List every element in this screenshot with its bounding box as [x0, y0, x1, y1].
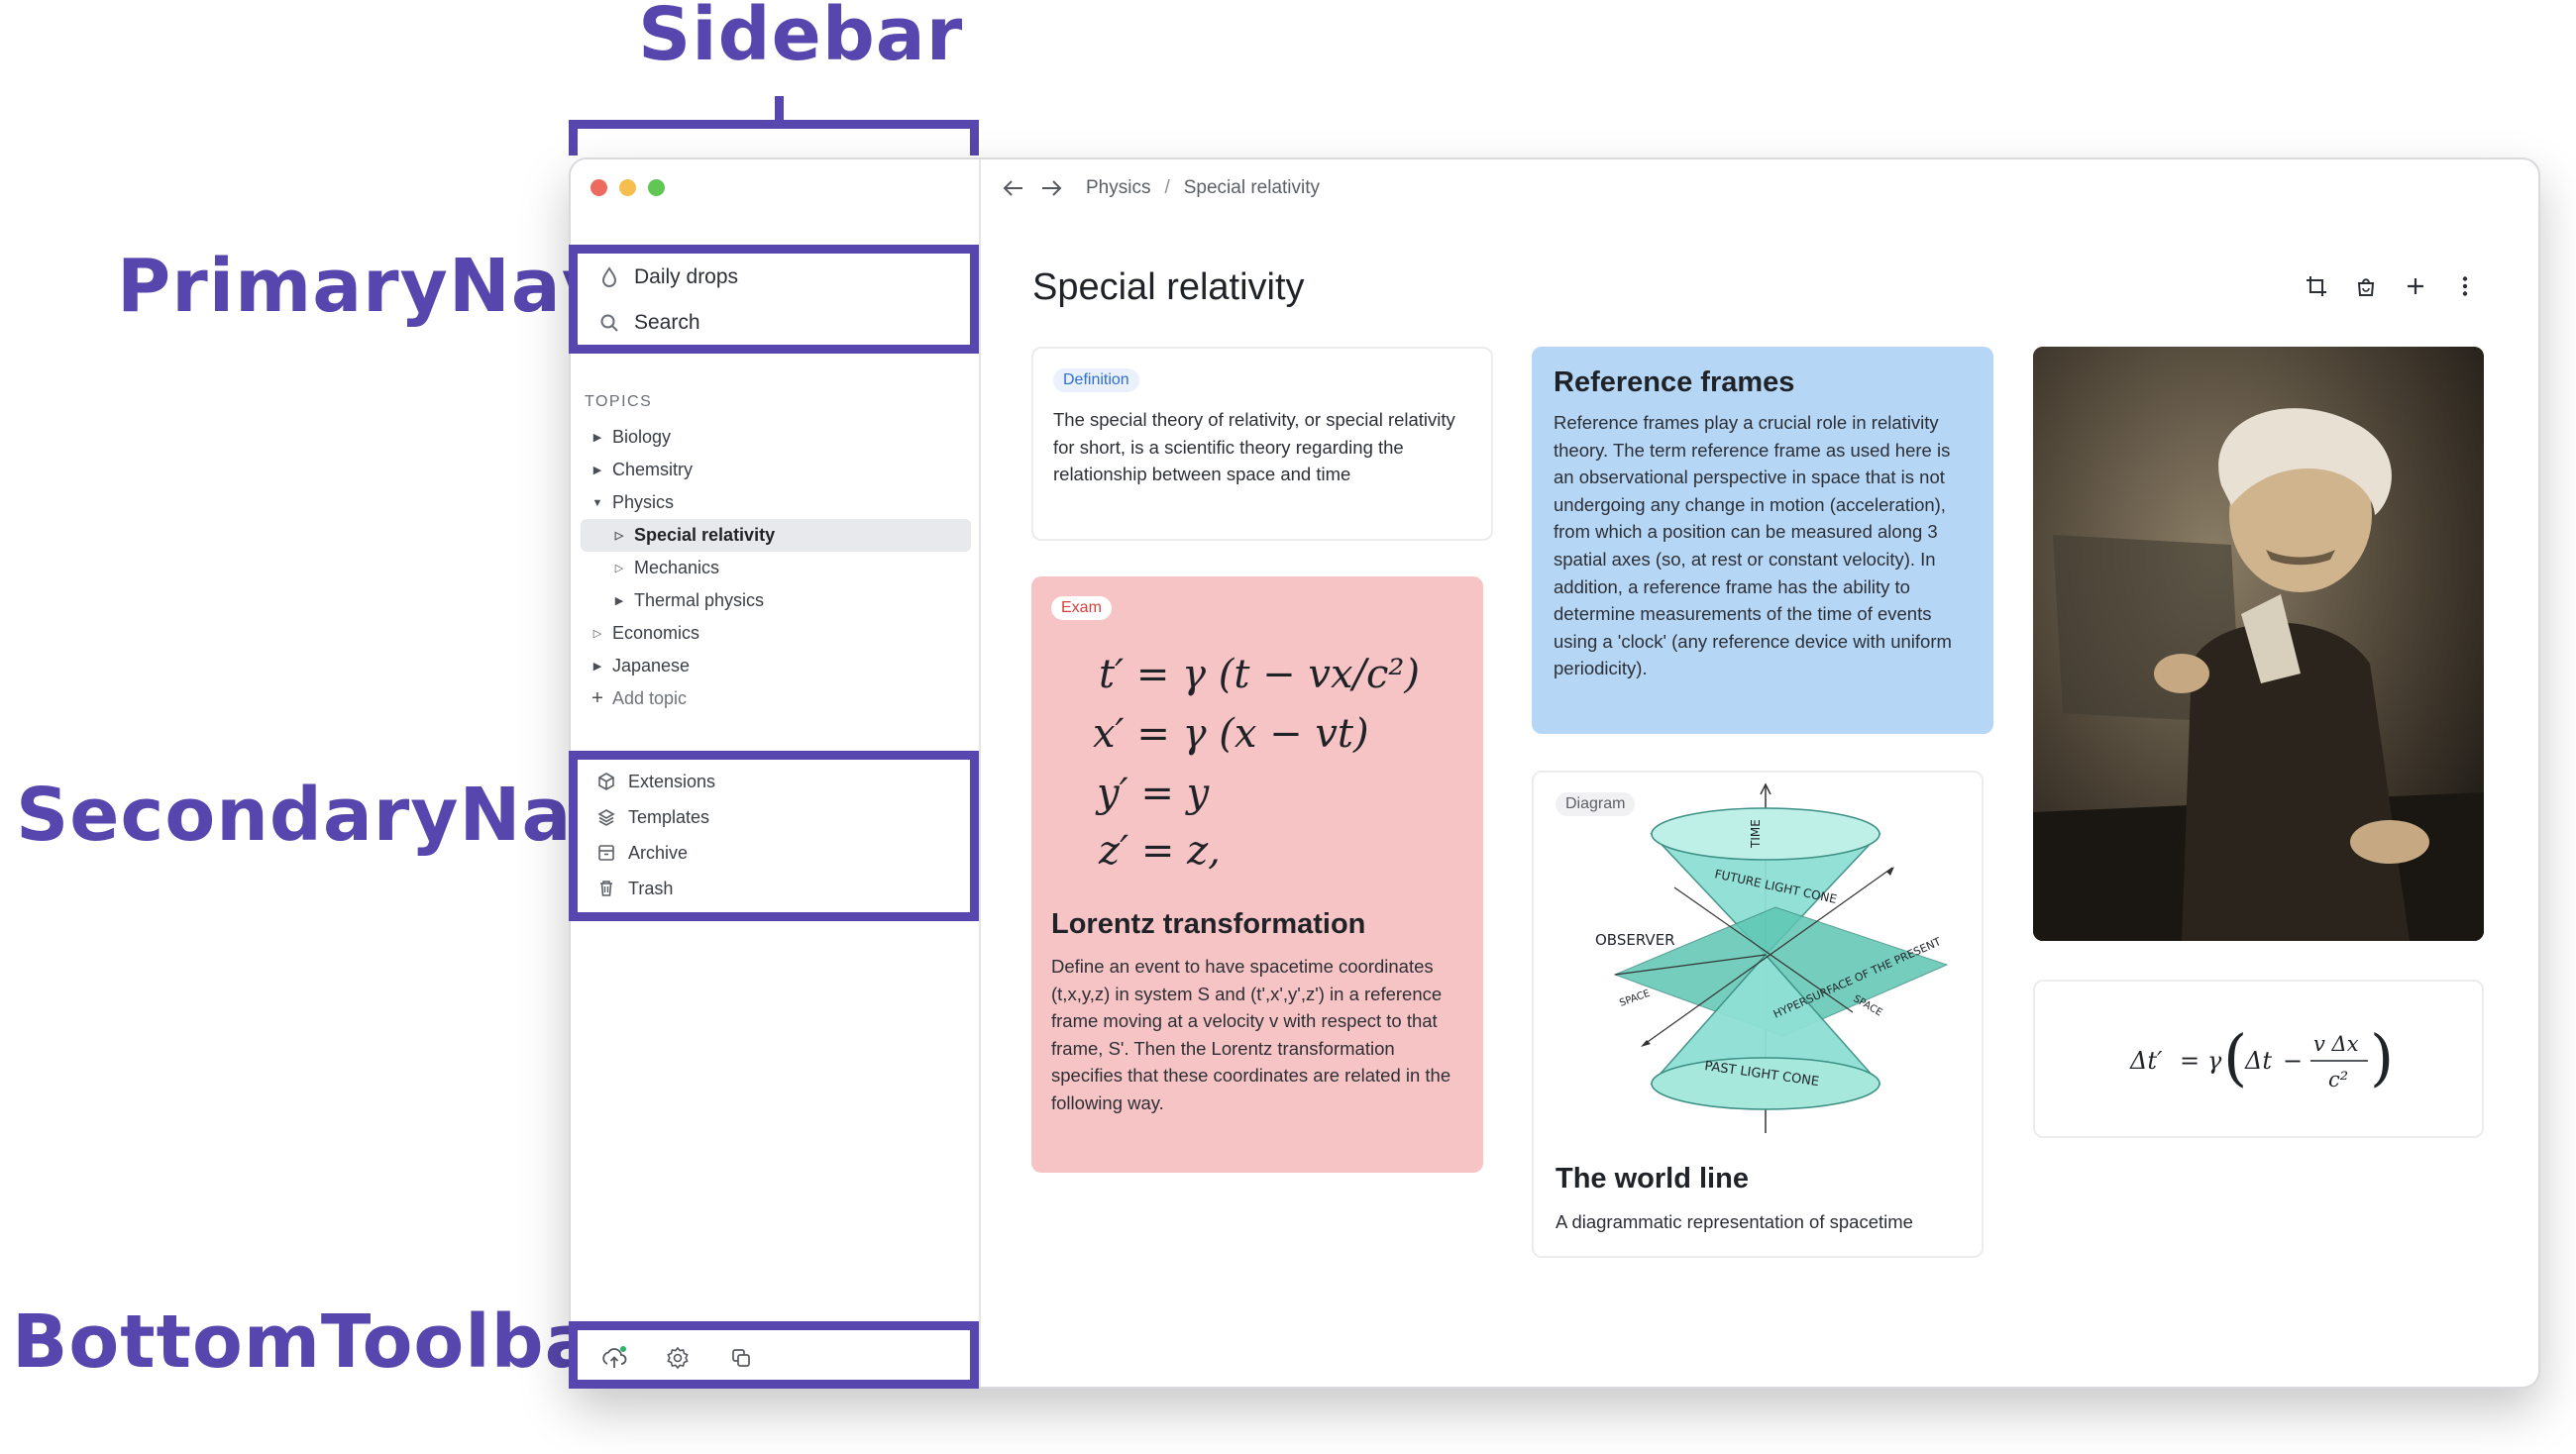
page-title: Special relativity — [1032, 266, 1305, 308]
topic-label: Chemsitry — [612, 460, 694, 479]
definition-card[interactable]: Definition The special theory of relativ… — [1031, 347, 1493, 541]
lorentz-equations-svg: t′ = γ (t − vx/c²) x′ = γ (x − vt) y′ = … — [1093, 652, 1420, 874]
more-vertical-icon[interactable] — [2451, 272, 2479, 300]
topic-physics[interactable]: ▼ Physics — [581, 486, 971, 519]
breadcrumb: Physics / Special relativity — [1086, 177, 1320, 199]
caret-down-filled-icon[interactable]: ▼ — [587, 497, 608, 509]
svg-text:(: ( — [2223, 1021, 2247, 1093]
caret-right-outline-icon[interactable]: ▷ — [608, 562, 630, 574]
topic-label: Economics — [612, 623, 700, 643]
topic-thermal-physics[interactable]: ▶ Thermal physics — [581, 584, 971, 617]
annotation-bottom-toolbar-label: BottomToolbar — [12, 1299, 633, 1385]
svg-text:x′ = γ (x − vt): x′ = γ (x − vt) — [1093, 711, 1369, 757]
back-arrow-icon[interactable] — [1001, 175, 1026, 201]
annotation-secondary-nav-box — [569, 751, 979, 921]
svg-text:v Δx: v Δx — [2313, 1032, 2359, 1056]
time-dilation-formula: Δt′ = γ ( Δt − v Δx c² ) — [2129, 1021, 2394, 1093]
topic-mechanics[interactable]: ▷ Mechanics — [581, 552, 971, 584]
topic-biology[interactable]: ▶ Biology — [581, 421, 971, 454]
caret-right-filled-icon[interactable]: ▶ — [587, 464, 608, 476]
topic-japanese[interactable]: ▶ Japanese — [581, 650, 971, 682]
definition-tag: Definition — [1053, 368, 1139, 392]
svg-text:Δt: Δt — [2244, 1047, 2272, 1075]
plus-icon[interactable] — [2402, 272, 2429, 300]
lorentz-card[interactable]: Exam t′ = γ (t − vx/c²) x′ = γ (x − vt) … — [1031, 576, 1483, 1173]
topics-section: TOPICS ▶ Biology ▶ Chemsitry ▼ Physics ▷… — [581, 393, 971, 715]
annotation-secondary-nav-label: SecondaryNav — [16, 773, 621, 858]
caret-right-filled-icon[interactable]: ▶ — [608, 594, 630, 607]
maximize-window-button[interactable] — [648, 179, 665, 196]
topic-label: Japanese — [612, 656, 691, 675]
topic-label: Thermal physics — [634, 590, 765, 610]
crop-icon[interactable] — [2303, 272, 2330, 300]
svg-text:): ) — [2370, 1021, 2394, 1093]
add-topic-button[interactable]: + Add topic — [581, 682, 971, 715]
topic-special-relativity[interactable]: ▷ Special relativity — [581, 519, 971, 552]
forward-arrow-icon[interactable] — [1038, 175, 1064, 201]
topic-label: Physics — [612, 492, 675, 512]
svg-text:Δt′: Δt′ — [2129, 1047, 2163, 1075]
lorentz-text: Define an event to have spacetime coordi… — [1051, 956, 1451, 1113]
caret-right-filled-icon[interactable]: ▶ — [587, 431, 608, 444]
annotation-primary-nav-label: PrimaryNav — [117, 244, 610, 329]
world-line-card[interactable]: Diagram TIME FUTURE LIGHT CONE OBSERVER … — [1532, 771, 1984, 1258]
topic-label: Special relativity — [634, 525, 776, 545]
top-bar: Physics / Special relativity — [981, 159, 2538, 217]
bag-icon[interactable] — [2352, 272, 2380, 300]
annotation-bottom-toolbar-box — [569, 1321, 979, 1389]
definition-text: The special theory of relativity, or spe… — [1053, 409, 1455, 485]
svg-text:=: = — [2180, 1047, 2200, 1075]
caret-right-outline-icon[interactable]: ▷ — [587, 627, 608, 640]
space-left-label: SPACE — [1618, 988, 1652, 1009]
breadcrumb-item[interactable]: Physics — [1086, 177, 1150, 199]
time-label: TIME — [1749, 819, 1763, 849]
add-topic-label: Add topic — [612, 688, 688, 708]
page-actions — [2303, 272, 2479, 300]
annotation-sidebar-bracket — [569, 120, 979, 156]
lorentz-title: Lorentz transformation — [1051, 908, 1366, 940]
reference-frames-text: Reference frames play a crucial role in … — [1554, 412, 1952, 679]
world-line-title: The world line — [1556, 1163, 1749, 1194]
lorentz-equations: t′ = γ (t − vx/c²) x′ = γ (x − vt) y′ = … — [1051, 638, 1463, 881]
svg-text:−: − — [2283, 1047, 2303, 1075]
time-dilation-card[interactable]: Δt′ = γ ( Δt − v Δx c² ) — [2033, 980, 2484, 1138]
breadcrumb-separator: / — [1164, 177, 1170, 198]
exam-tag: Exam — [1051, 596, 1112, 620]
topic-label: Mechanics — [634, 558, 720, 577]
plus-icon: + — [591, 687, 603, 709]
portrait-image-card[interactable] — [2033, 347, 2484, 941]
annotation-primary-nav-box — [569, 245, 979, 354]
minimize-window-button[interactable] — [619, 179, 636, 196]
topic-label: Biology — [612, 427, 672, 447]
observer-label: OBSERVER — [1595, 931, 1675, 949]
svg-text:c²: c² — [2328, 1068, 2348, 1091]
reference-frames-card[interactable]: Reference frames Reference frames play a… — [1532, 347, 1993, 734]
svg-text:t′ = γ (t − vx/c²): t′ = γ (t − vx/c²) — [1099, 652, 1420, 697]
svg-text:z′ = z,: z′ = z, — [1098, 828, 1221, 874]
topics-heading: TOPICS — [585, 393, 653, 410]
reference-frames-title: Reference frames — [1554, 366, 1795, 398]
caret-right-filled-icon[interactable]: ▶ — [587, 660, 608, 673]
world-line-caption: A diagrammatic representation of spaceti… — [1556, 1211, 1913, 1232]
svg-text:γ: γ — [2207, 1047, 2222, 1075]
breadcrumb-item[interactable]: Special relativity — [1184, 177, 1320, 199]
topic-economics[interactable]: ▷ Economics — [581, 617, 971, 650]
topic-chemistry[interactable]: ▶ Chemsitry — [581, 454, 971, 486]
caret-right-outline-icon[interactable]: ▷ — [608, 529, 630, 542]
close-window-button[interactable] — [590, 179, 607, 196]
annotation-sidebar-label: Sidebar — [638, 0, 964, 77]
window-controls — [590, 179, 665, 196]
svg-text:y′ = y: y′ = y — [1095, 771, 1211, 816]
portrait-photo — [2033, 347, 2484, 941]
light-cone-diagram: TIME FUTURE LIGHT CONE OBSERVER HYPERSUR… — [1595, 782, 1949, 1133]
